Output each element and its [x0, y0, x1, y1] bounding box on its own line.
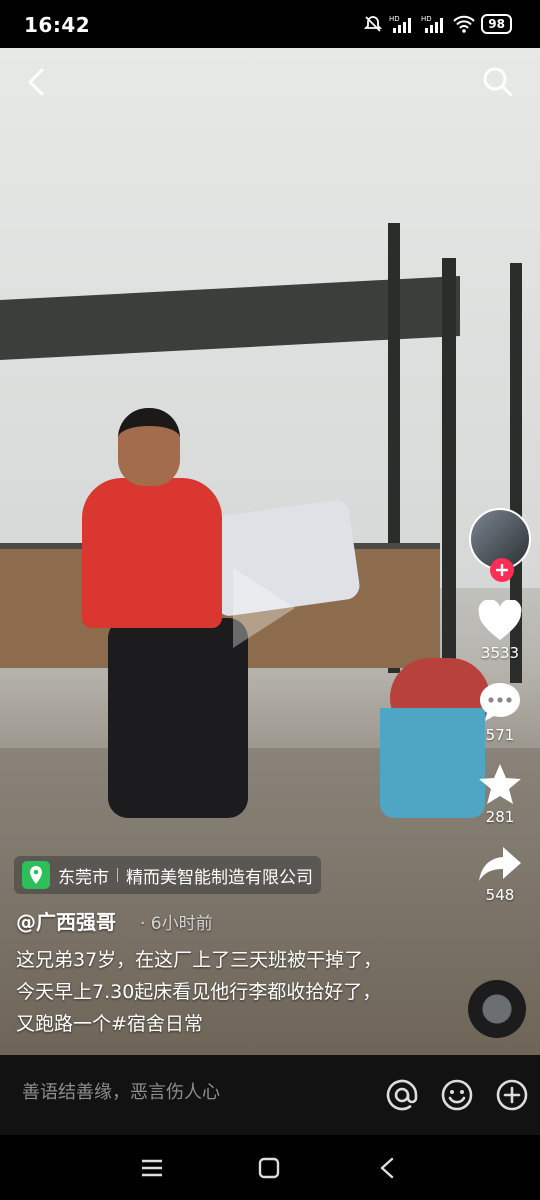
emoji-icon[interactable] [439, 1077, 475, 1113]
plus-icon [496, 564, 508, 576]
video-frame-person-shirt [82, 478, 222, 628]
search-icon [483, 67, 513, 97]
heart-icon [478, 600, 522, 640]
play-icon[interactable] [233, 568, 295, 648]
star-icon [479, 764, 521, 804]
author-avatar[interactable] [469, 508, 531, 582]
location-divider [117, 868, 118, 882]
comment-bar [0, 1055, 540, 1135]
system-nav-bar [0, 1135, 540, 1200]
share-button[interactable]: 548 [477, 844, 523, 904]
mute-icon [364, 16, 383, 32]
action-rail: 3533 571 281 548 [468, 508, 532, 904]
status-time: 16:42 [24, 13, 91, 37]
comment-icon [480, 683, 520, 721]
hd-signal-icon: HD [389, 15, 412, 33]
post-time: · 6小时前 [140, 914, 213, 934]
home-icon [258, 1157, 280, 1179]
add-icon[interactable] [494, 1077, 530, 1113]
video-frame-person-head [118, 408, 180, 486]
status-bar: 16:42 HD HD 98 [0, 0, 540, 48]
back-button[interactable] [16, 62, 56, 102]
favorite-button[interactable]: 281 [477, 762, 523, 826]
svg-text:HD: HD [421, 15, 432, 23]
system-back-button[interactable] [372, 1153, 402, 1183]
menu-icon [142, 1159, 162, 1177]
comment-input[interactable] [22, 1082, 362, 1103]
back-icon [380, 1157, 394, 1179]
follow-button[interactable] [490, 558, 514, 582]
svg-text:HD: HD [389, 15, 400, 23]
location-tag[interactable]: 东莞市 精而美智能制造有限公司 [14, 856, 321, 894]
video-frame-person-legs [108, 618, 248, 818]
like-button[interactable]: 3533 [477, 600, 523, 662]
location-place: 精而美智能制造有限公司 [126, 867, 313, 888]
back-icon [28, 68, 44, 96]
music-disc[interactable] [468, 980, 526, 1038]
comment-count: 571 [485, 726, 515, 744]
location-city: 东莞市 [58, 867, 109, 888]
share-count: 548 [485, 886, 515, 904]
wifi-icon [453, 15, 476, 33]
post-caption[interactable]: 这兄弟37岁，在这厂上了三天班被干掉了，今天早上7.30起床看见他行李都收拾好了… [16, 944, 396, 1040]
comment-button[interactable]: 571 [477, 680, 523, 744]
hd-signal-icon: HD [421, 15, 444, 33]
at-icon[interactable] [384, 1077, 420, 1113]
location-pin-icon [22, 861, 50, 889]
battery-icon: 98 [481, 14, 512, 34]
video-frame-bunk-post [442, 258, 456, 678]
author-name[interactable]: @广西强哥 [16, 906, 116, 935]
favorite-count: 281 [485, 808, 515, 826]
share-icon [479, 847, 521, 881]
search-button[interactable] [478, 62, 518, 102]
author-line: @广西强哥 · 6小时前 [16, 906, 213, 935]
video-player[interactable] [0, 48, 540, 1055]
like-count: 3533 [480, 644, 520, 662]
home-button[interactable] [254, 1153, 284, 1183]
recents-button[interactable] [137, 1153, 167, 1183]
status-icons: HD HD 98 [363, 14, 512, 34]
